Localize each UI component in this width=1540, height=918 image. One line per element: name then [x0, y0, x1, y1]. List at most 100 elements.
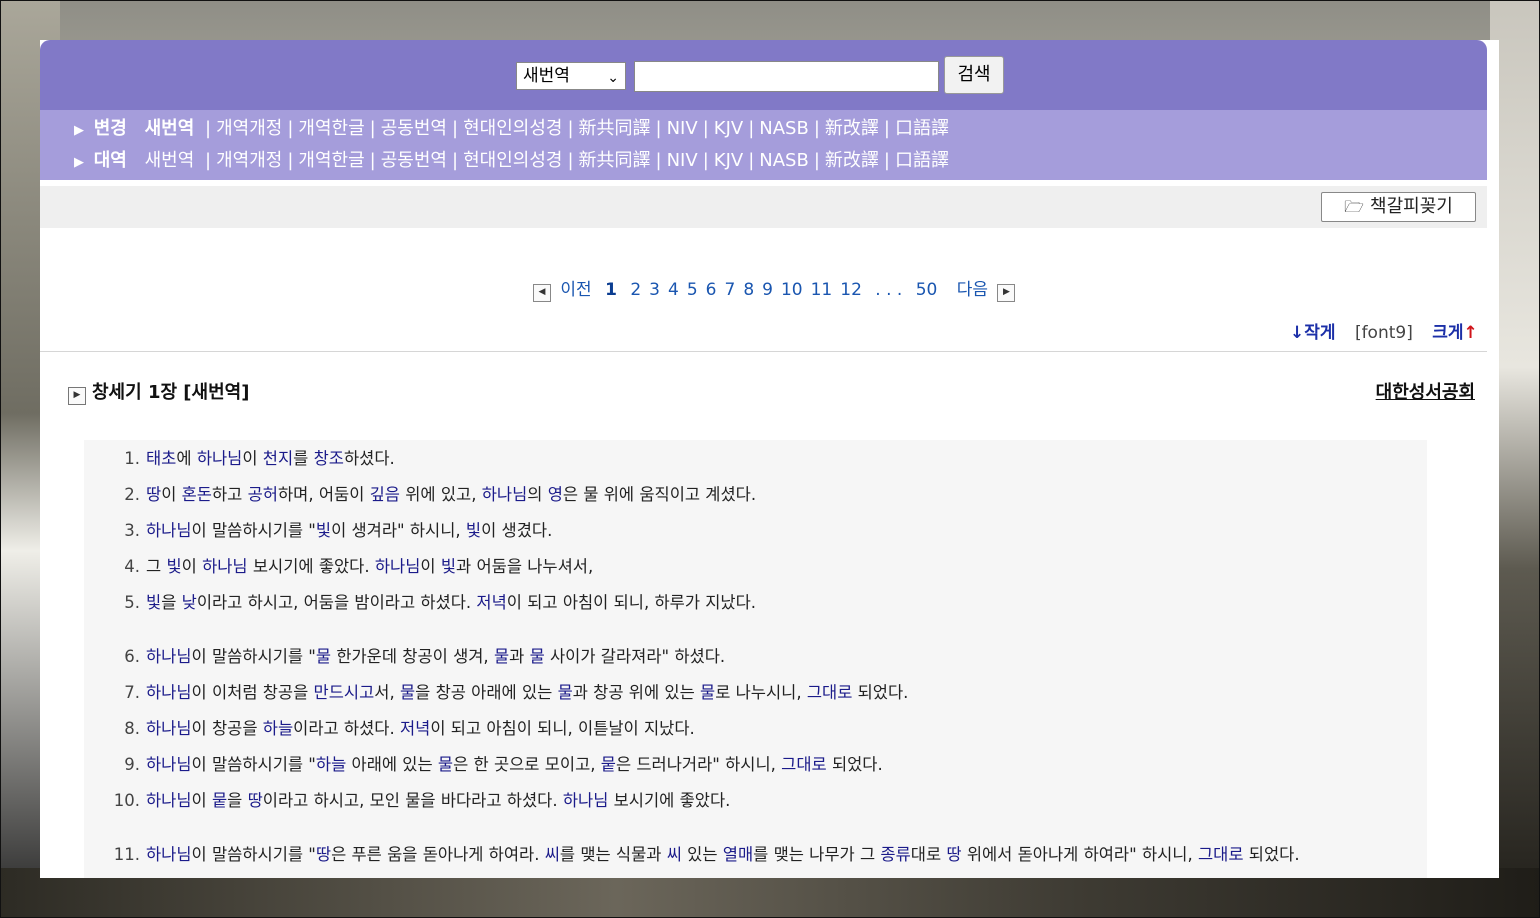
version-selected[interactable]: 새번역 — [145, 118, 195, 139]
word-link[interactable]: 만드시고 — [314, 683, 375, 702]
word-link[interactable]: 물 — [400, 683, 415, 702]
page-link[interactable]: 4 — [668, 280, 679, 300]
version-link[interactable]: KJV — [714, 118, 743, 139]
word-link[interactable]: 영 — [548, 485, 563, 504]
word-link[interactable]: 저녁 — [400, 719, 430, 738]
word-link[interactable]: 물 — [558, 683, 573, 702]
page-link[interactable]: 3 — [649, 280, 660, 300]
version-link[interactable]: 개역한글 — [298, 150, 364, 171]
word-link[interactable]: 저녁 — [476, 593, 506, 612]
word-link[interactable]: 씨 — [545, 845, 560, 864]
search-input[interactable] — [634, 61, 939, 92]
version-link[interactable]: 新共同譯 — [579, 118, 651, 139]
word-link[interactable]: 하늘 — [263, 719, 293, 738]
word-link[interactable]: 빛 — [441, 557, 456, 576]
word-link[interactable]: 열매 — [723, 845, 753, 864]
next-arrow-icon[interactable]: ▶ — [997, 284, 1016, 302]
word-link[interactable]: 하나님 — [375, 557, 421, 576]
verse-text: 아래에 있는 — [346, 755, 438, 774]
verse-number: 1. — [124, 449, 140, 468]
word-link[interactable]: 물 — [494, 647, 509, 666]
prev-page-link[interactable]: 이전 — [560, 280, 591, 300]
page-link[interactable]: 7 — [724, 280, 735, 300]
version-link[interactable]: 현대인의성경 — [463, 150, 562, 171]
word-link[interactable]: 땅 — [248, 791, 263, 810]
word-link[interactable]: 하나님 — [146, 521, 192, 540]
version-link[interactable]: KJV — [714, 150, 743, 171]
page-link[interactable]: 8 — [743, 280, 754, 300]
version-link[interactable]: 新改譯 — [825, 118, 879, 139]
word-link[interactable]: 물 — [316, 647, 331, 666]
publisher-link[interactable]: 대한성서공회 — [1376, 380, 1475, 406]
version-link[interactable]: 개역한글 — [298, 118, 364, 139]
word-link[interactable]: 땅 — [146, 485, 161, 504]
version-link[interactable]: 新改譯 — [825, 150, 879, 171]
version-select[interactable]: 새번역 ⌄ — [516, 62, 626, 90]
word-link[interactable]: 땅 — [946, 845, 961, 864]
word-link[interactable]: 그대로 — [781, 755, 827, 774]
word-link[interactable]: 깊음 — [370, 485, 400, 504]
word-link[interactable]: 그대로 — [1198, 845, 1244, 864]
version-link[interactable]: NASB — [759, 118, 809, 139]
word-link[interactable]: 공허 — [248, 485, 278, 504]
page-link[interactable]: 10 — [781, 280, 803, 300]
page-link[interactable]: 12 — [840, 280, 862, 300]
folder-icon: 🗁 — [1344, 197, 1365, 216]
word-link[interactable]: 하나님 — [197, 449, 243, 468]
version-link[interactable]: NIV — [667, 118, 698, 139]
word-link[interactable]: 하나님 — [146, 647, 192, 666]
word-link[interactable]: 뭍 — [601, 755, 616, 774]
page-link-last[interactable]: 50 — [916, 280, 938, 300]
page-link[interactable]: 6 — [706, 280, 717, 300]
word-link[interactable]: 천지 — [263, 449, 293, 468]
word-link[interactable]: 뭍 — [212, 791, 227, 810]
version-link[interactable]: 口語譯 — [895, 150, 949, 171]
word-link[interactable]: 물 — [700, 683, 715, 702]
word-link[interactable]: 하나님 — [146, 755, 192, 774]
word-link[interactable]: 하나님 — [146, 791, 192, 810]
word-link[interactable]: 창조 — [314, 449, 344, 468]
word-link[interactable]: 하나님 — [146, 683, 192, 702]
font-larger-button[interactable]: 크게↑ — [1432, 323, 1478, 343]
word-link[interactable]: 빛 — [466, 521, 481, 540]
word-link[interactable]: 땅 — [316, 845, 331, 864]
word-link[interactable]: 물 — [438, 755, 453, 774]
parallel-version-link[interactable]: 새번역 — [145, 150, 195, 171]
word-link[interactable]: 빛 — [146, 593, 161, 612]
bookmark-button[interactable]: 🗁 책갈피꽂기 — [1321, 192, 1476, 222]
page-link[interactable]: 11 — [811, 280, 833, 300]
word-link[interactable]: 종류 — [880, 845, 910, 864]
word-link[interactable]: 하나님 — [146, 845, 192, 864]
version-link[interactable]: 공동번역 — [381, 118, 447, 139]
version-bar: ▶ 변경 새번역 | 개역개정 | 개역한글 | 공동번역 | 현대인의성경 | 新共同譯 | NIV… — [40, 110, 1487, 180]
play-icon[interactable]: ▶ — [68, 387, 86, 405]
version-link[interactable]: 개역개정 — [216, 150, 282, 171]
prev-arrow-icon[interactable]: ◀ — [533, 284, 551, 302]
word-link[interactable]: 태초 — [146, 449, 176, 468]
word-link[interactable]: 빛 — [316, 521, 331, 540]
version-link[interactable]: NASB — [759, 150, 809, 171]
word-link[interactable]: 하늘 — [316, 755, 346, 774]
word-link[interactable]: 낮 — [182, 593, 197, 612]
word-link[interactable]: 혼돈 — [182, 485, 212, 504]
version-link[interactable]: 현대인의성경 — [463, 118, 562, 139]
word-link[interactable]: 하나님 — [146, 719, 192, 738]
version-link[interactable]: 개역개정 — [216, 118, 282, 139]
word-link[interactable]: 그대로 — [807, 683, 853, 702]
page-link[interactable]: 5 — [687, 280, 698, 300]
search-button[interactable]: 검색 — [944, 56, 1004, 94]
page-link[interactable]: 2 — [630, 280, 641, 300]
word-link[interactable]: 물 — [530, 647, 545, 666]
next-page-link[interactable]: 다음 — [957, 280, 988, 300]
version-link[interactable]: 新共同譯 — [579, 150, 651, 171]
version-link[interactable]: 공동번역 — [381, 150, 447, 171]
page-link[interactable]: 9 — [762, 280, 773, 300]
word-link[interactable]: 빛 — [166, 557, 181, 576]
version-link[interactable]: 口語譯 — [895, 118, 949, 139]
font-smaller-button[interactable]: ↓작게 — [1290, 323, 1336, 343]
word-link[interactable]: 하나님 — [202, 557, 248, 576]
word-link[interactable]: 하나님 — [482, 485, 528, 504]
word-link[interactable]: 씨 — [667, 845, 682, 864]
word-link[interactable]: 하나님 — [563, 791, 609, 810]
version-link[interactable]: NIV — [667, 150, 698, 171]
